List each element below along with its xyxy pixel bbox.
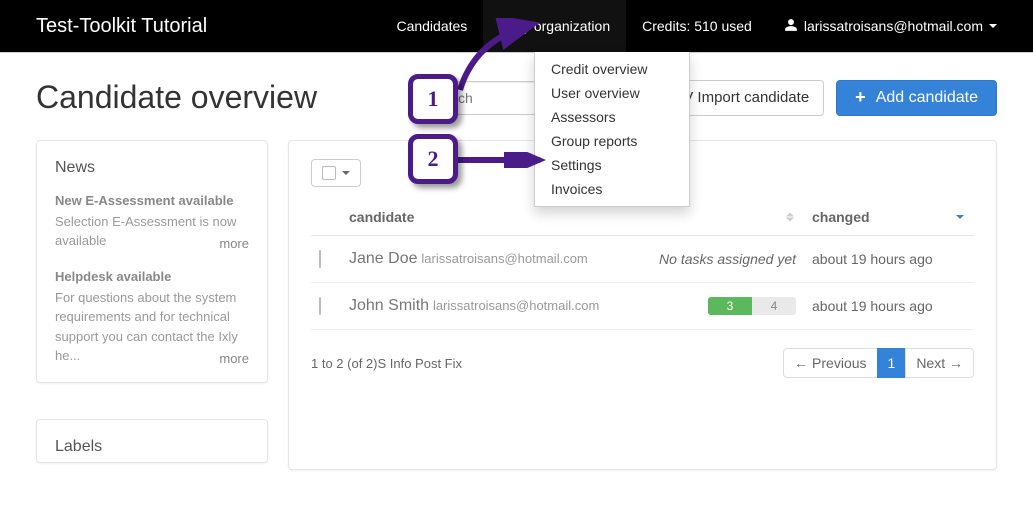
row-checkbox[interactable]	[319, 250, 321, 268]
changed-cell: about 19 hours ago	[804, 236, 974, 283]
brand[interactable]: Test-Toolkit Tutorial	[36, 15, 207, 38]
checkbox-icon	[322, 166, 336, 180]
nav-user-label: larissatroisans@hotmail.com	[804, 18, 983, 34]
labels-heading: Labels	[55, 438, 249, 456]
table-row[interactable]: Jane Doe larissatroisans@hotmail.com No …	[311, 236, 974, 283]
pagination: ← Previous 1 Next →	[784, 348, 974, 378]
news-more-link[interactable]: more	[219, 351, 249, 366]
tasks-cell: 3 4	[624, 283, 804, 330]
news-item-title: Helpdesk available	[55, 269, 249, 286]
sort-icon[interactable]	[956, 215, 964, 219]
annotation-arrow-1-icon	[456, 18, 546, 94]
candidate-name: Jane Doe	[349, 250, 418, 267]
nav-credits[interactable]: Credits: 510 used	[626, 0, 768, 52]
changed-cell: about 19 hours ago	[804, 283, 974, 330]
news-item: Helpdesk available For questions about t…	[55, 269, 249, 366]
col-changed-label: changed	[812, 209, 870, 225]
candidate-email: larissatroisans@hotmail.com	[421, 251, 587, 266]
col-changed-header[interactable]: changed	[804, 199, 974, 236]
row-checkbox[interactable]	[319, 297, 321, 315]
news-heading: News	[55, 159, 249, 177]
chevron-down-icon	[989, 24, 997, 28]
dropdown-item-invoices[interactable]: Invoices	[535, 177, 689, 201]
tasks-done-badge: 3	[708, 297, 752, 315]
add-candidate-label: Add candidate	[876, 89, 978, 107]
bulk-select-dropdown[interactable]	[311, 159, 361, 187]
tasks-cell: No tasks assigned yet	[624, 236, 804, 283]
col-candidate-label: candidate	[349, 209, 414, 225]
user-icon	[784, 18, 798, 35]
news-more-link[interactable]: more	[219, 236, 249, 251]
sort-icon[interactable]	[786, 213, 794, 222]
pager-page-1[interactable]: 1	[877, 348, 907, 378]
chevron-down-icon	[342, 171, 350, 175]
pager-previous[interactable]: ← Previous	[783, 348, 877, 378]
candidate-name: John Smith	[349, 297, 429, 314]
my-organization-dropdown: Credit overview User overview Assessors …	[534, 52, 690, 207]
plus-icon: +	[855, 87, 866, 108]
dropdown-item-settings[interactable]: Settings	[535, 153, 689, 177]
add-candidate-button[interactable]: + Add candidate	[836, 80, 997, 116]
labels-card: Labels	[36, 419, 268, 463]
dropdown-item-credit-overview[interactable]: Credit overview	[535, 57, 689, 81]
dropdown-item-group-reports[interactable]: Group reports	[535, 129, 689, 153]
news-card: News New E-Assessment available Selectio…	[36, 140, 268, 383]
annotation-arrow-2-icon	[458, 152, 548, 168]
nav-user-menu[interactable]: larissatroisans@hotmail.com	[768, 0, 1017, 52]
tasks-total-badge: 4	[752, 297, 796, 315]
annotation-step-2: 2	[408, 134, 458, 184]
news-item-title: New E-Assessment available	[55, 193, 249, 210]
annotation-step-1: 1	[408, 74, 458, 124]
table-footer-info: 1 to 2 (of 2)S Info Post Fix	[311, 356, 462, 371]
candidates-table: candidate changed	[311, 199, 974, 330]
dropdown-item-assessors[interactable]: Assessors	[535, 105, 689, 129]
pager-next[interactable]: Next →	[905, 348, 974, 378]
news-item: New E-Assessment available Selection E-A…	[55, 193, 249, 251]
table-row[interactable]: John Smith larissatroisans@hotmail.com 3…	[311, 283, 974, 330]
page-title: Candidate overview	[36, 79, 317, 116]
dropdown-item-user-overview[interactable]: User overview	[535, 81, 689, 105]
candidate-email: larissatroisans@hotmail.com	[433, 298, 599, 313]
